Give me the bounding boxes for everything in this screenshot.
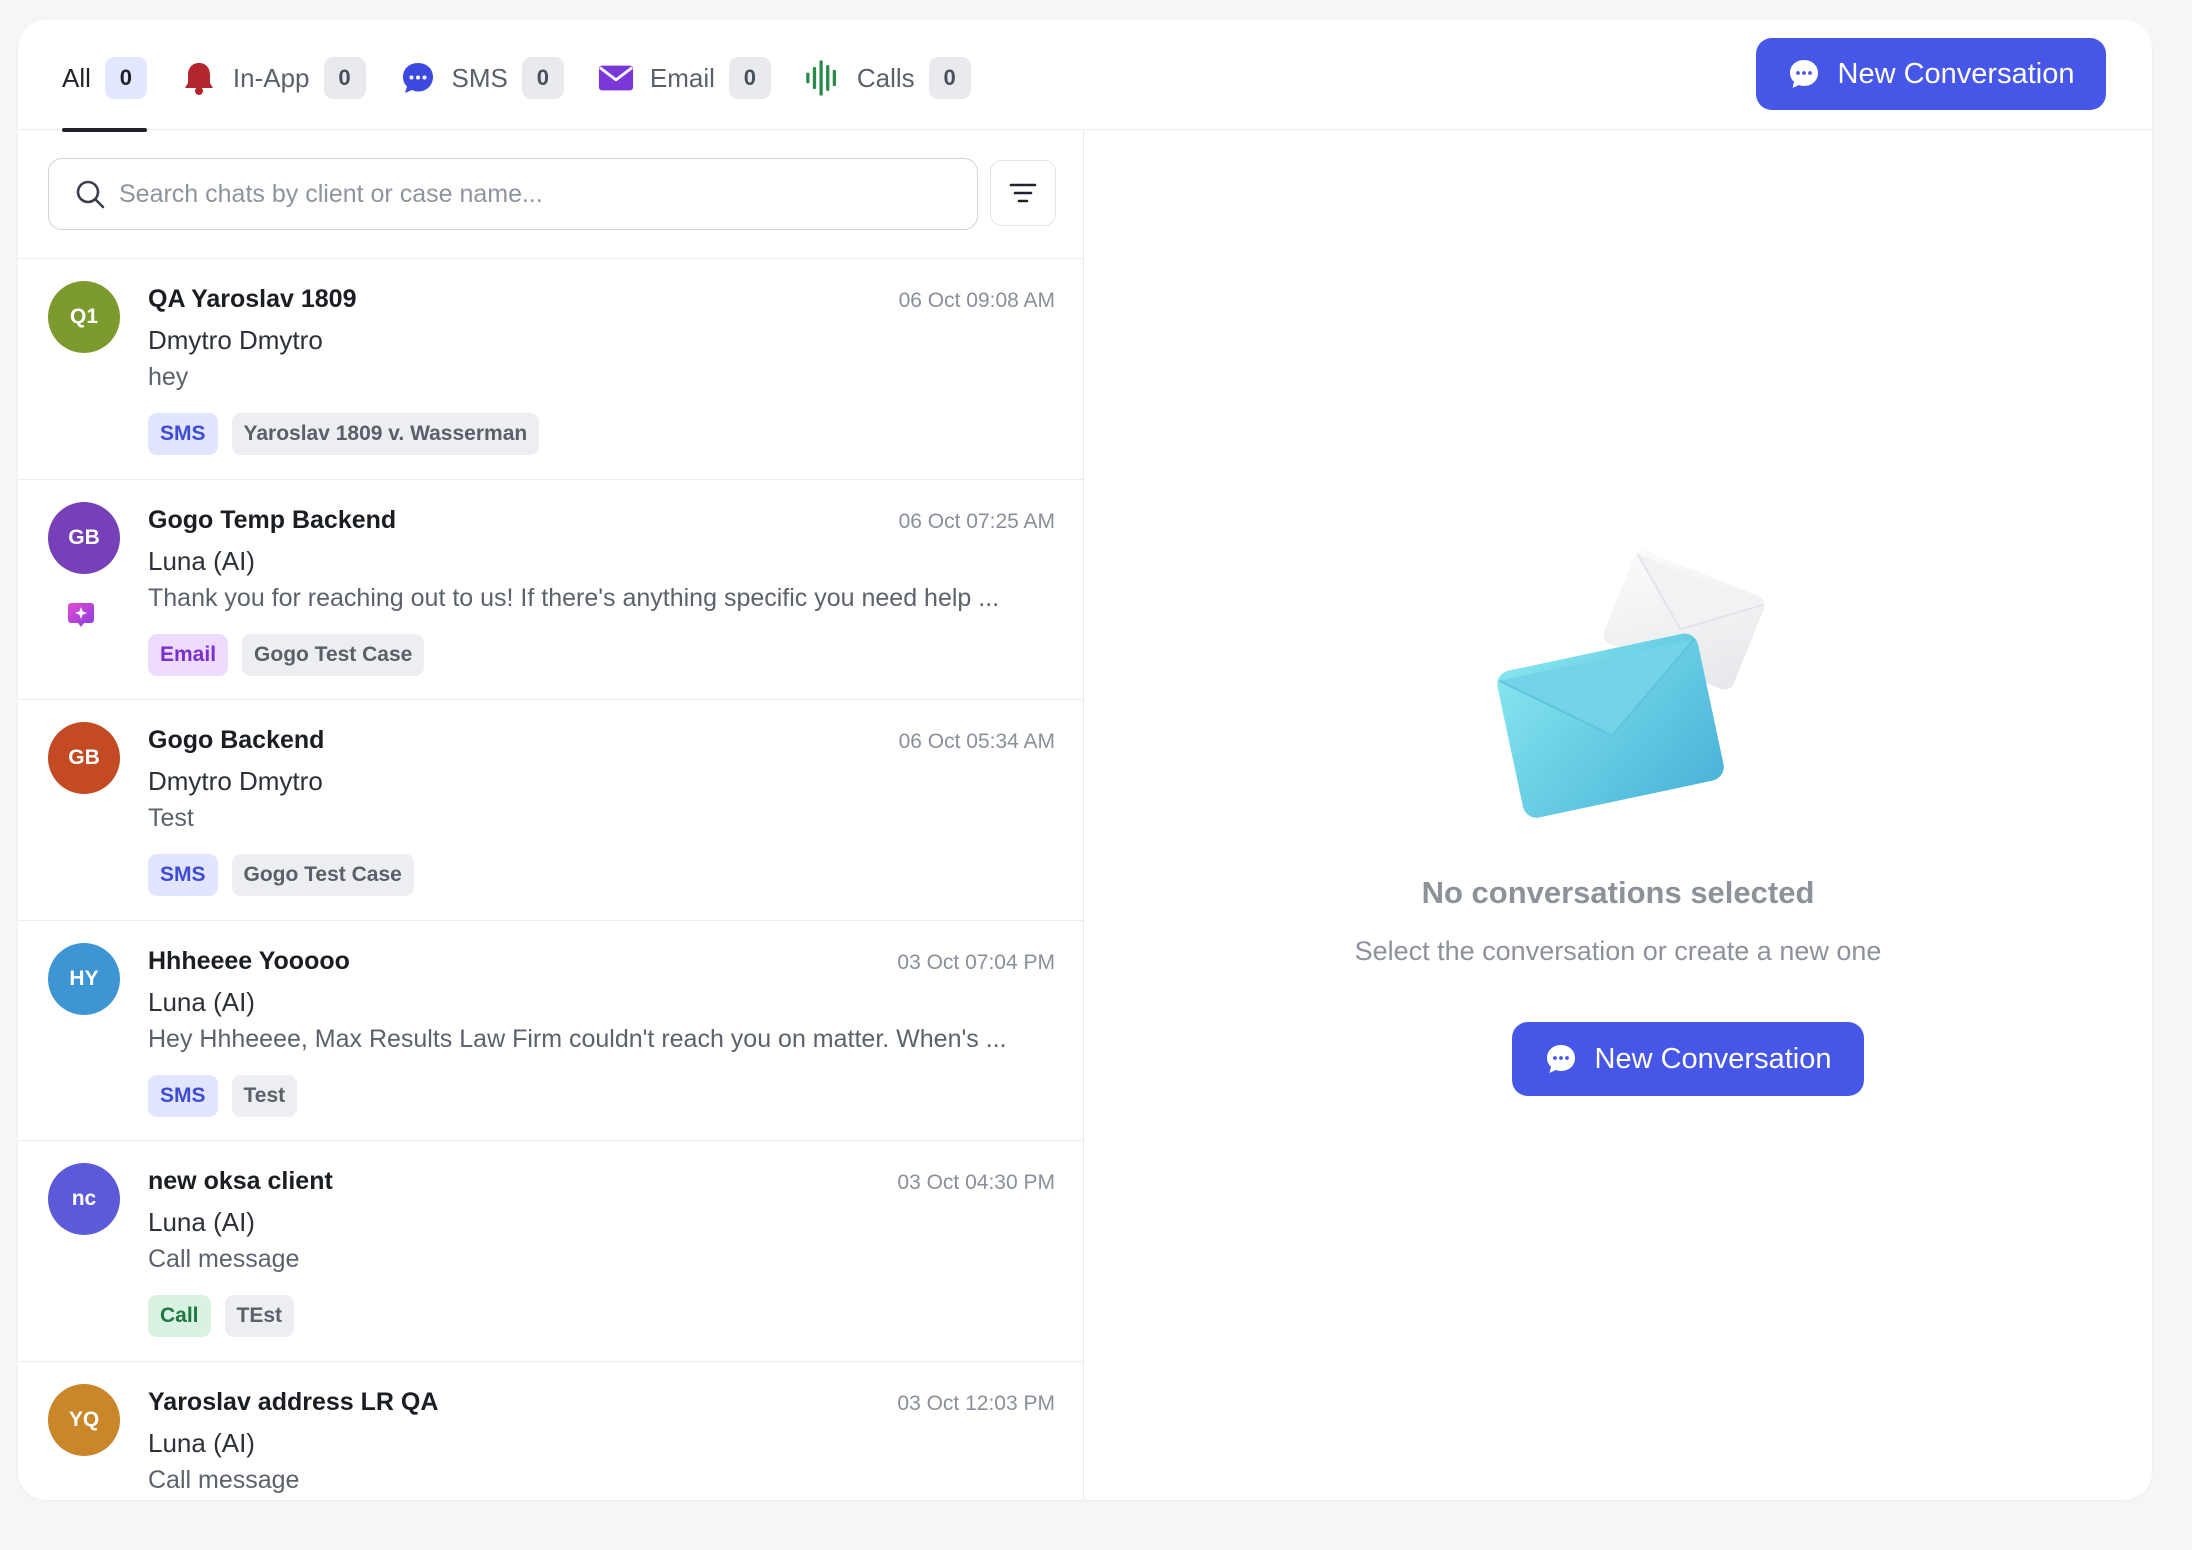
conversation-timestamp: 06 Oct 07:25 AM (898, 509, 1055, 533)
conversation-sender: Dmytro Dmytro (148, 325, 323, 355)
filter-lines-icon (1009, 183, 1037, 203)
chat-bubble-icon (1789, 60, 1818, 88)
conversation-list-pane: Q1 QA Yaroslav 1809 06 Oct 09:08 AM Dmytro … (18, 130, 1084, 1500)
case-badge: Yaroslav 1809 v. Wasserman (231, 413, 540, 455)
conversation-tags: Call TEst (148, 1295, 308, 1337)
conversation-timestamp: 03 Oct 12:03 PM (897, 1391, 1055, 1415)
case-badge: Test (231, 1074, 298, 1117)
tab-sms[interactable]: SMS 0 (400, 54, 564, 102)
conversation-timestamp: 06 Oct 05:34 AM (898, 730, 1055, 753)
avatar: HY (48, 942, 120, 1015)
new-conversation-button[interactable]: New Conversation (1512, 1022, 1864, 1096)
avatar: GB (48, 501, 120, 574)
tab-count: 0 (521, 57, 564, 99)
tab-count: 0 (928, 57, 971, 99)
conversation-sender: Luna (AI) (148, 545, 255, 576)
conversation-title: Gogo Backend (148, 726, 325, 754)
conversation-title: QA Yaroslav 1809 (148, 285, 357, 313)
new-conversation-button[interactable]: New Conversation (1756, 38, 2106, 110)
conversation-tags: SMS Yaroslav 1809 v. Wasserman (148, 413, 553, 455)
conversation-title: new oksa client (148, 1167, 333, 1195)
tab-label: SMS (451, 62, 508, 93)
tab-label: Calls (856, 62, 915, 93)
button-label: New Conversation (1837, 57, 2075, 90)
conversation-tags: Email Gogo Test Case (148, 633, 438, 676)
envelope-icon (598, 60, 634, 96)
envelopes-illustration (1497, 550, 1765, 818)
empty-state-subtitle: Select the conversation or create a new … (1354, 936, 1882, 966)
case-badge: Gogo Test Case (231, 854, 414, 896)
conversation-title: Yaroslav address LR QA (148, 1387, 439, 1416)
conversation-sender: Luna (AI) (148, 986, 255, 1017)
search-icon (76, 180, 105, 209)
ai-sparkle-icon (68, 602, 94, 627)
channel-badge: Email (148, 633, 229, 676)
avatar: YQ (48, 1383, 120, 1456)
channel-badge: SMS (148, 1074, 218, 1117)
channel-badge: SMS (148, 413, 218, 455)
avatar: GB (48, 722, 120, 794)
conversation-item[interactable]: HY Hhheeee Yooooo 03 Oct 07:04 PM Luna (AI)… (18, 919, 1083, 1141)
avatar: nc (48, 1163, 120, 1235)
conversation-preview: Thank you for reaching out to us! If the… (148, 583, 1000, 612)
tab-label: Email (649, 62, 715, 93)
search-input[interactable] (119, 179, 939, 209)
tab-label: In-App (232, 62, 310, 93)
conversation-tags: SMS Test (148, 1074, 311, 1117)
tab-count: 0 (104, 57, 147, 99)
conversation-preview: Hey Hhheeee, Max Results Law Firm couldn… (148, 1024, 1007, 1053)
conversation-timestamp: 03 Oct 04:30 PM (897, 1171, 1055, 1194)
waveform-icon (805, 60, 841, 96)
case-badge: Gogo Test Case (242, 633, 425, 676)
conversation-preview: Call message (148, 1465, 300, 1494)
bell-icon (181, 60, 217, 96)
conversation-item[interactable]: GB Gogo Temp Backend 06 Oct 07:25 AM Luna (… (18, 478, 1083, 700)
channel-tabs-bar: All 0 In-App 0 SMS 0 Email 0 Calls 0 New… (18, 20, 2152, 132)
tab-all[interactable]: All 0 (62, 54, 147, 132)
conversation-title: Gogo Temp Backend (148, 505, 397, 534)
conversation-preview: Call message (148, 1245, 300, 1273)
chat-bubble-icon (400, 60, 436, 96)
channel-tabs: All 0 In-App 0 SMS 0 Email 0 Calls 0 (62, 54, 1005, 132)
conversation-preview: Test (148, 804, 194, 832)
button-label: New Conversation (1594, 1042, 1832, 1075)
conversation-sender: Luna (AI) (148, 1207, 255, 1237)
conversation-item[interactable]: nc new oksa client 03 Oct 04:30 PM Luna (AI… (18, 1140, 1083, 1361)
filter-button[interactable] (990, 160, 1056, 226)
conversation-list: Q1 QA Yaroslav 1809 06 Oct 09:08 AM Dmytro … (18, 258, 1083, 1500)
avatar: Q1 (48, 281, 120, 353)
tab-count: 0 (728, 57, 771, 99)
conversation-timestamp: 03 Oct 07:04 PM (897, 950, 1055, 974)
empty-state-title: No conversations selected (1421, 875, 1815, 910)
channel-badge: SMS (148, 854, 218, 896)
tab-label: All (62, 62, 91, 93)
case-badge: TEst (224, 1295, 295, 1337)
tab-in-app[interactable]: In-App 0 (181, 54, 366, 102)
channel-badge: Call (148, 1295, 211, 1337)
conversation-preview: hey (148, 363, 189, 391)
conversation-tags: SMS Gogo Test Case (148, 854, 428, 896)
search-box (48, 158, 978, 230)
chat-bubble-icon (1546, 1045, 1575, 1073)
conversation-title: Hhheeee Yooooo (148, 946, 350, 975)
tab-calls[interactable]: Calls 0 (805, 54, 971, 102)
conversation-item[interactable]: GB Gogo Backend 06 Oct 05:34 AM Dmytro Dmyt… (18, 699, 1083, 920)
search-row (48, 158, 1056, 230)
conversation-sender: Luna (AI) (148, 1427, 255, 1458)
conversation-detail-pane: No conversations selected Select the con… (1084, 130, 2152, 1500)
conversation-timestamp: 06 Oct 09:08 AM (898, 289, 1055, 312)
tab-count: 0 (323, 57, 366, 99)
conversation-item[interactable]: YQ Yaroslav address LR QA 03 Oct 12:03 PM L… (18, 1360, 1083, 1501)
conversation-item[interactable]: Q1 QA Yaroslav 1809 06 Oct 09:08 AM Dmytro … (18, 258, 1083, 479)
conversations-panel: All 0 In-App 0 SMS 0 Email 0 Calls 0 New… (18, 20, 2152, 1500)
tab-email[interactable]: Email 0 (598, 54, 771, 102)
conversation-sender: Dmytro Dmytro (148, 766, 323, 796)
